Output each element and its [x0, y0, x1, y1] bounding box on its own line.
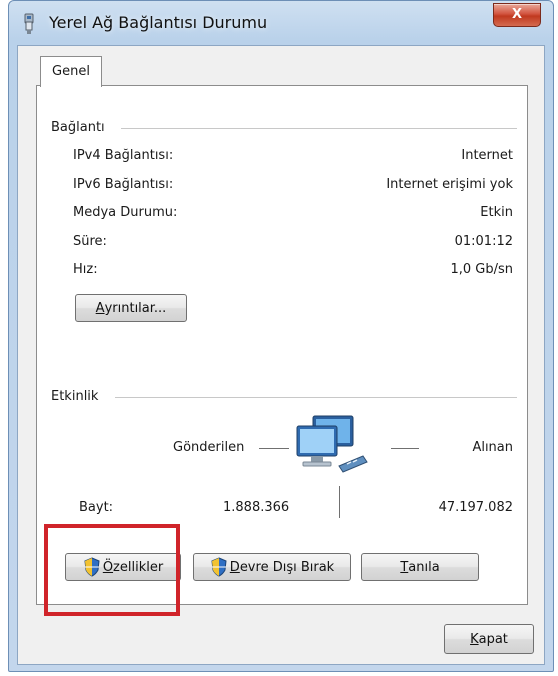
received-connector-line	[391, 448, 419, 449]
media-state-value: Etkin	[480, 205, 513, 220]
duration-value: 01:01:12	[454, 234, 513, 249]
media-state-label: Medya Durumu:	[73, 205, 178, 220]
close-button[interactable]: Kapat	[444, 624, 534, 654]
bytes-label: Bayt:	[79, 500, 114, 515]
network-adapter-icon	[24, 13, 34, 34]
received-label: Alınan	[472, 440, 513, 455]
diagnose-mnemonic: T	[400, 559, 409, 575]
details-mnemonic: A	[95, 300, 105, 316]
diagnose-button[interactable]: Tanıla	[361, 553, 479, 581]
network-computers-icon	[296, 415, 368, 473]
highlight-box	[44, 524, 180, 616]
disable-mnemonic: D	[229, 559, 240, 575]
bytes-received-value: 47.197.082	[438, 500, 513, 515]
disable-button[interactable]: Devre Dışı Bırak	[193, 553, 351, 581]
title-bar[interactable]: Yerel Ağ Bağlantısı Durumu X	[9, 1, 553, 45]
bytes-divider	[339, 486, 340, 518]
close-mnemonic: K	[470, 631, 479, 647]
ipv6-value: Internet erişimi yok	[386, 177, 513, 192]
sent-connector-line	[259, 448, 289, 449]
sent-label: Gönderilen	[173, 440, 245, 455]
ipv4-label: IPv4 Bağlantısı:	[73, 148, 174, 163]
uac-shield-icon	[211, 557, 227, 577]
speed-label: Hız:	[73, 262, 98, 277]
close-label: apat	[478, 631, 508, 647]
ipv4-value: Internet	[461, 148, 513, 163]
tab-genel[interactable]: Genel	[40, 56, 102, 87]
ipv6-label: IPv6 Bağlantısı:	[73, 177, 174, 192]
diagnose-label: anıla	[408, 559, 440, 575]
window-title: Yerel Ağ Bağlantısı Durumu	[49, 13, 268, 32]
activity-group-line	[115, 397, 517, 398]
connection-group-line	[121, 128, 517, 129]
details-button[interactable]: Ayrıntılar...	[75, 294, 187, 322]
details-label: yrıntılar...	[104, 300, 167, 316]
speed-value: 1,0 Gb/sn	[450, 262, 513, 277]
activity-group-label: Etkinlik	[51, 389, 99, 404]
duration-label: Süre:	[73, 234, 107, 249]
close-window-button[interactable]: X	[493, 3, 541, 27]
bytes-sent-value: 1.888.366	[223, 500, 290, 515]
disable-label: evre Dışı Bırak	[239, 559, 335, 575]
connection-group-label: Bağlantı	[51, 120, 105, 135]
